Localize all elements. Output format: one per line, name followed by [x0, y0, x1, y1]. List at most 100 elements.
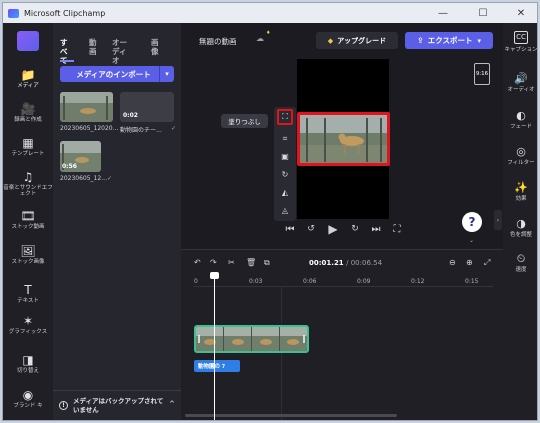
- nav-fade[interactable]: ◐ フェード: [503, 109, 537, 130]
- export-button[interactable]: ⇪ エクスポート ▾: [405, 32, 493, 49]
- chevron-down-icon: ▾: [477, 36, 481, 45]
- nav-record[interactable]: 🎥 録画と作成: [3, 103, 53, 123]
- media-panel: すべて 動画 オーディオ 画像 メディアのインポート ▾ 20230605_12…: [53, 23, 181, 420]
- app-window: Microsoft Clipchamp — ☐ ✕ 📁 メディア 🎥 録画と作成…: [2, 2, 538, 421]
- skip-to-start-icon[interactable]: ⏮: [284, 224, 296, 235]
- media-thumbnail[interactable]: 0:56: [60, 141, 101, 172]
- collapse-properties-panel-button[interactable]: ›: [494, 210, 502, 230]
- selected-video-frame[interactable]: [297, 112, 390, 166]
- picture-in-picture-icon[interactable]: ▣: [278, 149, 292, 163]
- nav-brand-kit-label: ブランド キ: [13, 403, 43, 409]
- nav-text-label: テキスト: [17, 298, 39, 304]
- aspect-ratio-button[interactable]: 9:16: [474, 63, 490, 85]
- forward-5s-icon[interactable]: ↻: [349, 224, 361, 234]
- current-time: 00:01.21: [309, 259, 344, 267]
- nav-speed[interactable]: ⏲ 速度: [503, 253, 537, 273]
- nav-transitions[interactable]: ◨ 切り替え: [3, 354, 53, 374]
- flip-vertical-icon[interactable]: ◬: [278, 203, 292, 217]
- menu-logo-icon[interactable]: [17, 31, 39, 51]
- skip-to-end-icon[interactable]: ⏭: [370, 224, 382, 235]
- fill-tooltip: 塗りつぶし: [221, 114, 268, 128]
- nav-templates[interactable]: ▦ テンプレート: [3, 137, 53, 157]
- shapes-icon: ✶: [22, 314, 34, 328]
- crop-icon[interactable]: ⌗: [278, 132, 292, 146]
- split-scissors-icon[interactable]: ✂: [228, 258, 235, 267]
- delete-icon[interactable]: 🗑: [246, 258, 256, 267]
- chevron-down-icon[interactable]: ⌄: [469, 237, 474, 244]
- rewind-5s-icon[interactable]: ↺: [305, 224, 317, 234]
- folder-icon: 📁: [20, 68, 36, 82]
- close-button[interactable]: ✕: [507, 3, 535, 23]
- minimize-button[interactable]: —: [429, 3, 457, 23]
- editor-main: 無題の動画 ☁ ♦ ◆ アップグレード ⇪ エクスポート ▾ 塗りつぶし ⛶ ⌗…: [181, 23, 503, 420]
- nav-audio[interactable]: 🔊 オーディオ: [503, 73, 537, 93]
- nav-music[interactable]: ♫ 音楽とサウンドエフェクト: [3, 171, 53, 197]
- nav-templates-label: テンプレート: [11, 151, 45, 157]
- help-button[interactable]: ?: [462, 212, 482, 232]
- camera-icon: 🎥: [20, 102, 36, 116]
- nav-brand-kit[interactable]: ◉ ブランド キ: [3, 389, 53, 409]
- ruler-tick: 0:03: [249, 278, 263, 285]
- media-thumbnail[interactable]: 0:02: [120, 92, 174, 122]
- template-icon: ▦: [22, 136, 34, 150]
- nav-stock-video[interactable]: 🎞 ストック動画: [3, 210, 53, 230]
- grid-line: [281, 287, 282, 420]
- ruler-tick: 0:09: [357, 278, 371, 285]
- rotate-icon[interactable]: ↻: [278, 167, 292, 181]
- nav-filters-label: フィルター: [507, 160, 535, 166]
- trim-handle-right-icon[interactable]: ‖: [302, 334, 306, 343]
- zoom-in-icon[interactable]: ⊕: [466, 258, 473, 267]
- text-clip-label: 動物園の ?: [198, 364, 226, 370]
- upgrade-button[interactable]: ◆ アップグレード: [316, 32, 398, 49]
- play-icon[interactable]: ▶: [327, 222, 339, 236]
- nav-text[interactable]: T テキスト: [3, 284, 53, 304]
- preview-toolbar: ⛶ ⌗ ▣ ↻ ◭ ◬: [274, 107, 296, 221]
- nav-captions[interactable]: CC キャプション: [503, 31, 537, 53]
- timeline-scrollbar[interactable]: [185, 414, 397, 417]
- media-duration: 0:02: [123, 112, 138, 119]
- project-title[interactable]: 無題の動画: [199, 36, 237, 47]
- nav-fade-label: フェード: [509, 124, 532, 130]
- diamond-icon: ◆: [327, 36, 334, 45]
- nav-effects[interactable]: ✨ 効果: [503, 182, 537, 202]
- flip-horizontal-icon[interactable]: ◭: [278, 185, 292, 199]
- nav-filters[interactable]: ◎ フィルター: [503, 146, 537, 166]
- video-clip[interactable]: ‖ ‖: [194, 325, 309, 353]
- tab-images[interactable]: 画像: [151, 38, 161, 56]
- fill-icon[interactable]: ⛶: [277, 109, 293, 125]
- tab-audio[interactable]: オーディオ: [112, 38, 132, 65]
- trim-handle-left-icon[interactable]: ‖: [197, 334, 201, 343]
- upload-icon: ⇪: [417, 36, 424, 45]
- undo-icon[interactable]: ↶: [194, 258, 201, 267]
- nav-audio-label: オーディオ: [507, 87, 535, 93]
- import-media-button[interactable]: メディアのインポート ▾: [60, 66, 174, 82]
- nav-media[interactable]: 📁 メディア: [3, 69, 53, 89]
- fit-timeline-icon[interactable]: ⤢: [484, 258, 490, 268]
- timecode: 00:01.21 / 00:06.54: [309, 259, 382, 267]
- media-caption: 動物園のチー…: [120, 127, 163, 134]
- chevron-up-icon[interactable]: ^: [169, 400, 175, 409]
- fullscreen-icon[interactable]: ⛶: [391, 224, 403, 235]
- ruler-tick: 0: [194, 278, 198, 285]
- captions-icon: CC: [514, 31, 528, 44]
- tab-video[interactable]: 動画: [89, 38, 99, 56]
- nav-stock-images[interactable]: 🖼 ストック画像: [3, 245, 53, 265]
- text-clip[interactable]: 動物園の ?: [194, 360, 240, 372]
- backup-notice[interactable]: ! メディアはバックアップされていません ^: [53, 390, 181, 420]
- premium-diamond-icon: ♦: [266, 30, 271, 36]
- fade-icon: ◐: [516, 109, 526, 122]
- redo-icon[interactable]: ↷: [210, 258, 217, 267]
- maximize-button[interactable]: ☐: [469, 3, 497, 23]
- media-thumbnail[interactable]: [60, 92, 113, 122]
- timeline: ↶ ↷ ✂ 🗑 ⧉ 00:01.21 / 00:06.54 ⊖ ⊕ ⤢ 0 0:…: [181, 249, 503, 420]
- film-icon: 🎞: [20, 209, 36, 223]
- chevron-down-icon[interactable]: ▾: [159, 66, 174, 82]
- playhead[interactable]: [214, 274, 215, 420]
- nav-adjust-colors-label: 色を調整: [509, 232, 532, 238]
- nav-adjust-colors[interactable]: ◑ 色を調整: [503, 218, 537, 238]
- zoom-out-icon[interactable]: ⊖: [449, 258, 456, 267]
- duplicate-icon[interactable]: ⧉: [264, 258, 270, 268]
- nav-effects-label: 効果: [515, 196, 527, 202]
- nav-graphics[interactable]: ✶ グラフィックス: [3, 315, 53, 335]
- media-duration: 0:56: [62, 163, 77, 170]
